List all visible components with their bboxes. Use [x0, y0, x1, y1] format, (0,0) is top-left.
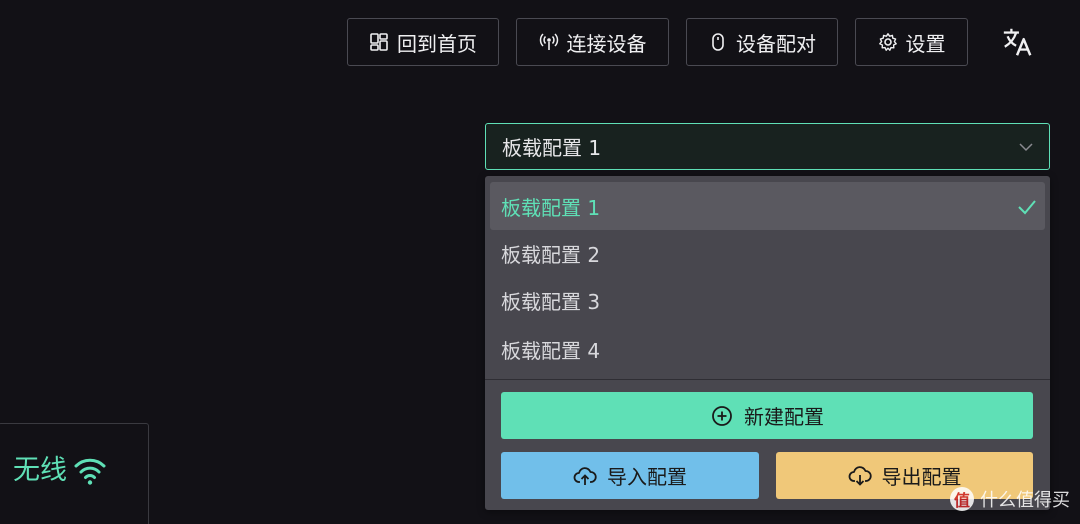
- check-icon: [1018, 200, 1036, 215]
- plus-circle-icon: [712, 405, 732, 426]
- profile-option-label: 板载配置 3: [501, 289, 601, 314]
- language-button[interactable]: [1000, 24, 1036, 60]
- settings-button[interactable]: 设置: [855, 18, 968, 66]
- chevron-down-icon: [1019, 143, 1033, 152]
- connect-device-button[interactable]: 连接设备: [516, 18, 669, 66]
- settings-label: 设置: [905, 31, 946, 56]
- antenna-icon: [539, 33, 558, 50]
- profile-option-3[interactable]: 板载配置 3: [490, 276, 1045, 324]
- profile-option-label: 板载配置 4: [501, 338, 601, 363]
- connection-mode-label: 无线: [13, 455, 67, 486]
- cloud-upload-icon: [573, 466, 597, 485]
- home-button-label: 回到首页: [397, 31, 477, 56]
- dropdown-divider: [485, 379, 1050, 380]
- home-button[interactable]: 回到首页: [347, 18, 499, 66]
- mouse-icon: [712, 33, 724, 51]
- watermark: 值 什么值得买: [950, 486, 1070, 512]
- gear-icon: [878, 33, 897, 51]
- new-profile-button[interactable]: 新建配置: [501, 392, 1033, 439]
- profile-dropdown: 板载配置 1 板载配置 2 板载配置 3 板载配置 4 新建配置 导入配置 导出…: [485, 176, 1050, 510]
- cloud-download-icon: [848, 465, 872, 486]
- profile-select[interactable]: 板载配置 1: [485, 123, 1050, 170]
- profile-option-1[interactable]: 板载配置 1: [490, 182, 1045, 230]
- profile-option-2[interactable]: 板载配置 2: [490, 229, 1045, 277]
- connection-status-panel: 无线: [0, 423, 149, 524]
- pair-device-label: 设备配对: [736, 31, 816, 56]
- profile-option-label: 板载配置 1: [501, 195, 601, 220]
- wifi-icon: [74, 458, 106, 485]
- import-profile-button[interactable]: 导入配置: [501, 452, 759, 499]
- dashboard-icon: [370, 33, 388, 51]
- import-profile-label: 导入配置: [607, 465, 687, 489]
- app-root: 回到首页 连接设备 设备配对 设置 板载配置 1 板载配置 1 板载配置 2 板…: [0, 0, 1080, 524]
- new-profile-label: 新建配置: [744, 405, 824, 429]
- profile-option-4[interactable]: 板载配置 4: [490, 325, 1045, 373]
- watermark-logo: 值: [950, 487, 974, 511]
- connect-device-label: 连接设备: [566, 31, 647, 56]
- profile-select-value: 板载配置 1: [502, 136, 602, 160]
- watermark-text: 什么值得买: [980, 490, 1070, 511]
- pair-device-button[interactable]: 设备配对: [686, 18, 838, 66]
- translate-icon: [1003, 28, 1032, 56]
- profile-option-label: 板载配置 2: [501, 242, 601, 267]
